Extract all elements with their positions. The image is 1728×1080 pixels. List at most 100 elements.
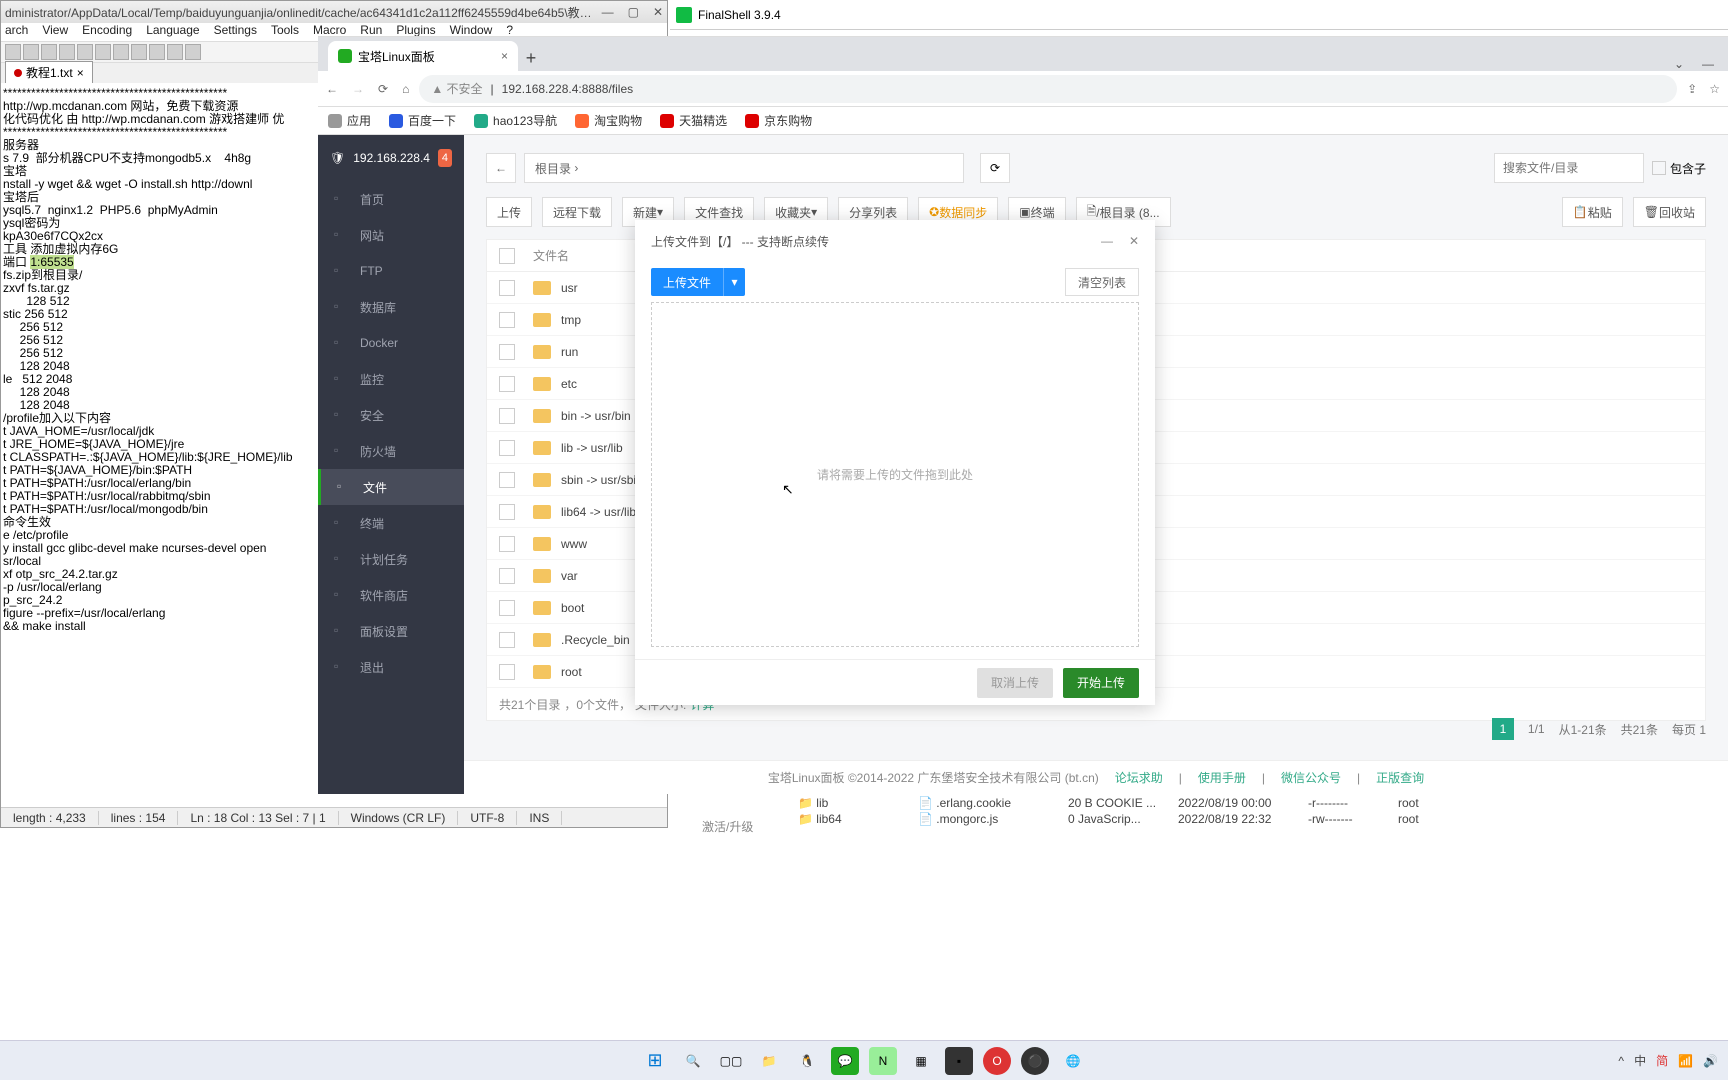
row-checkbox[interactable] bbox=[499, 280, 515, 296]
trash-button[interactable]: 🗑 回收站 bbox=[1633, 197, 1706, 227]
fs-folder[interactable]: 📁 lib bbox=[798, 796, 902, 810]
search-input[interactable] bbox=[1494, 153, 1644, 183]
clear-list-button[interactable]: 清空列表 bbox=[1065, 268, 1139, 296]
bookmark-hao123[interactable]: hao123导航 bbox=[474, 112, 557, 129]
finalshell-taskbar-icon[interactable]: ▪ bbox=[945, 1047, 973, 1075]
tool-icon[interactable] bbox=[95, 44, 111, 60]
footer-link[interactable]: 论坛求助 bbox=[1115, 769, 1163, 786]
row-checkbox[interactable] bbox=[499, 632, 515, 648]
qq-icon[interactable]: 🐧 bbox=[793, 1047, 821, 1075]
wechat-icon[interactable]: 💬 bbox=[831, 1047, 859, 1075]
maximize-icon[interactable]: ▢ bbox=[628, 5, 639, 19]
tool-icon[interactable] bbox=[23, 44, 39, 60]
sidebar-item-终端[interactable]: ▫终端 bbox=[318, 505, 464, 541]
bookmark-jd[interactable]: 京东购物 bbox=[745, 112, 812, 129]
row-checkbox[interactable] bbox=[499, 536, 515, 552]
sidebar-item-网站[interactable]: ▫网站 bbox=[318, 217, 464, 253]
new-tab-button[interactable]: + bbox=[518, 45, 544, 71]
tool-icon[interactable] bbox=[59, 44, 75, 60]
upload-file-button[interactable]: 上传文件 ▾ bbox=[651, 268, 745, 296]
chevron-down-icon[interactable]: ▾ bbox=[723, 268, 745, 296]
fs-folder[interactable]: 📁 lib64 bbox=[798, 812, 902, 826]
tool-icon[interactable] bbox=[5, 44, 21, 60]
page-current[interactable]: 1 bbox=[1492, 718, 1514, 740]
sidebar-item-首页[interactable]: ▫首页 bbox=[318, 181, 464, 217]
back-button[interactable]: ← bbox=[486, 153, 516, 183]
menu-search[interactable]: arch bbox=[5, 23, 28, 41]
row-checkbox[interactable] bbox=[499, 408, 515, 424]
notepad-tab[interactable]: 教程1.txt× bbox=[5, 61, 93, 83]
sidebar-item-数据库[interactable]: ▫数据库 bbox=[318, 289, 464, 325]
menu-encoding[interactable]: Encoding bbox=[82, 23, 132, 41]
menu-settings[interactable]: Settings bbox=[214, 23, 257, 41]
sidebar-item-面板设置[interactable]: ▫面板设置 bbox=[318, 613, 464, 649]
fs-file[interactable]: 📄 .mongorc.js bbox=[918, 812, 1052, 826]
explorer-icon[interactable]: 📁 bbox=[755, 1047, 783, 1075]
bookmark-taobao[interactable]: 淘宝购物 bbox=[575, 112, 642, 129]
row-checkbox[interactable] bbox=[499, 600, 515, 616]
start-icon[interactable]: ⊞ bbox=[641, 1047, 669, 1075]
close-icon[interactable]: ✕ bbox=[1129, 234, 1139, 248]
menu-view[interactable]: View bbox=[42, 23, 68, 41]
tool-icon[interactable] bbox=[167, 44, 183, 60]
lang-indicator[interactable]: 简 bbox=[1656, 1052, 1668, 1069]
bookmark-apps[interactable]: 应用 bbox=[328, 112, 371, 129]
minimize-icon[interactable]: — bbox=[1101, 234, 1113, 248]
footer-link[interactable]: 正版查询 bbox=[1376, 769, 1424, 786]
tab-close-icon[interactable]: × bbox=[501, 49, 508, 63]
row-checkbox[interactable] bbox=[499, 664, 515, 680]
row-checkbox[interactable] bbox=[499, 568, 515, 584]
forward-icon[interactable]: → bbox=[352, 82, 364, 96]
row-checkbox[interactable] bbox=[499, 312, 515, 328]
wifi-icon[interactable]: 📶 bbox=[1678, 1054, 1693, 1068]
row-checkbox[interactable] bbox=[499, 344, 515, 360]
row-checkbox[interactable] bbox=[499, 440, 515, 456]
fs-file[interactable]: 📄 .erlang.cookie bbox=[918, 796, 1052, 810]
start-upload-button[interactable]: 开始上传 bbox=[1063, 668, 1139, 698]
cancel-upload-button[interactable]: 取消上传 bbox=[977, 668, 1053, 698]
notification-badge[interactable]: 4 bbox=[438, 149, 452, 167]
chrome-icon[interactable]: 🌐 bbox=[1059, 1047, 1087, 1075]
reload-icon[interactable]: ⟳ bbox=[378, 82, 388, 96]
activate-text[interactable]: 激活/升级 bbox=[702, 818, 753, 835]
remote-download-button[interactable]: 远程下载 bbox=[542, 197, 612, 227]
sidebar-item-退出[interactable]: ▫退出 bbox=[318, 649, 464, 685]
xshell-icon[interactable]: ▦ bbox=[907, 1047, 935, 1075]
sidebar-item-防火墙[interactable]: ▫防火墙 bbox=[318, 433, 464, 469]
row-checkbox[interactable] bbox=[499, 504, 515, 520]
chevron-down-icon[interactable]: ⌄ bbox=[1674, 57, 1684, 71]
minimize-icon[interactable]: — bbox=[602, 5, 614, 19]
tool-icon[interactable] bbox=[185, 44, 201, 60]
sidebar-item-FTP[interactable]: ▫FTP bbox=[318, 253, 464, 289]
bookmark-baidu[interactable]: 百度一下 bbox=[389, 112, 456, 129]
opera-icon[interactable]: O bbox=[983, 1047, 1011, 1075]
tray-expand-icon[interactable]: ^ bbox=[1618, 1054, 1624, 1068]
ime-indicator[interactable]: 中 bbox=[1634, 1052, 1646, 1069]
footer-link[interactable]: 微信公众号 bbox=[1281, 769, 1341, 786]
refresh-button[interactable]: ⟳ bbox=[980, 153, 1010, 183]
sidebar-item-Docker[interactable]: ▫Docker bbox=[318, 325, 464, 361]
back-icon[interactable]: ← bbox=[326, 82, 338, 96]
bookmark-tmall[interactable]: 天猫精选 bbox=[660, 112, 727, 129]
drop-zone[interactable]: 请将需要上传的文件拖到此处 ↖ bbox=[651, 302, 1139, 647]
paste-button[interactable]: 📋 粘贴 bbox=[1562, 197, 1623, 227]
search-icon[interactable]: 🔍 bbox=[679, 1047, 707, 1075]
menu-tools[interactable]: Tools bbox=[271, 23, 299, 41]
sidebar-item-计划任务[interactable]: ▫计划任务 bbox=[318, 541, 464, 577]
tool-icon[interactable] bbox=[113, 44, 129, 60]
close-icon[interactable]: ✕ bbox=[653, 5, 663, 19]
star-icon[interactable]: ☆ bbox=[1709, 82, 1720, 96]
sidebar-item-软件商店[interactable]: ▫软件商店 bbox=[318, 577, 464, 613]
address-bar[interactable]: ▲ 不安全 | 192.168.228.4:8888/files bbox=[419, 75, 1677, 103]
tool-icon[interactable] bbox=[149, 44, 165, 60]
taskview-icon[interactable]: ▢▢ bbox=[717, 1047, 745, 1075]
footer-link[interactable]: 使用手册 bbox=[1198, 769, 1246, 786]
row-checkbox[interactable] bbox=[499, 472, 515, 488]
include-children-checkbox[interactable]: 包含子 bbox=[1652, 160, 1706, 177]
breadcrumb[interactable]: 根目录 › bbox=[524, 153, 964, 183]
share-icon[interactable]: ⇪ bbox=[1687, 82, 1697, 96]
chrome-tab[interactable]: 宝塔Linux面板 × bbox=[328, 41, 518, 71]
notepadpp-icon[interactable]: N bbox=[869, 1047, 897, 1075]
minimize-icon[interactable]: — bbox=[1702, 57, 1714, 71]
select-all-checkbox[interactable] bbox=[499, 248, 515, 264]
